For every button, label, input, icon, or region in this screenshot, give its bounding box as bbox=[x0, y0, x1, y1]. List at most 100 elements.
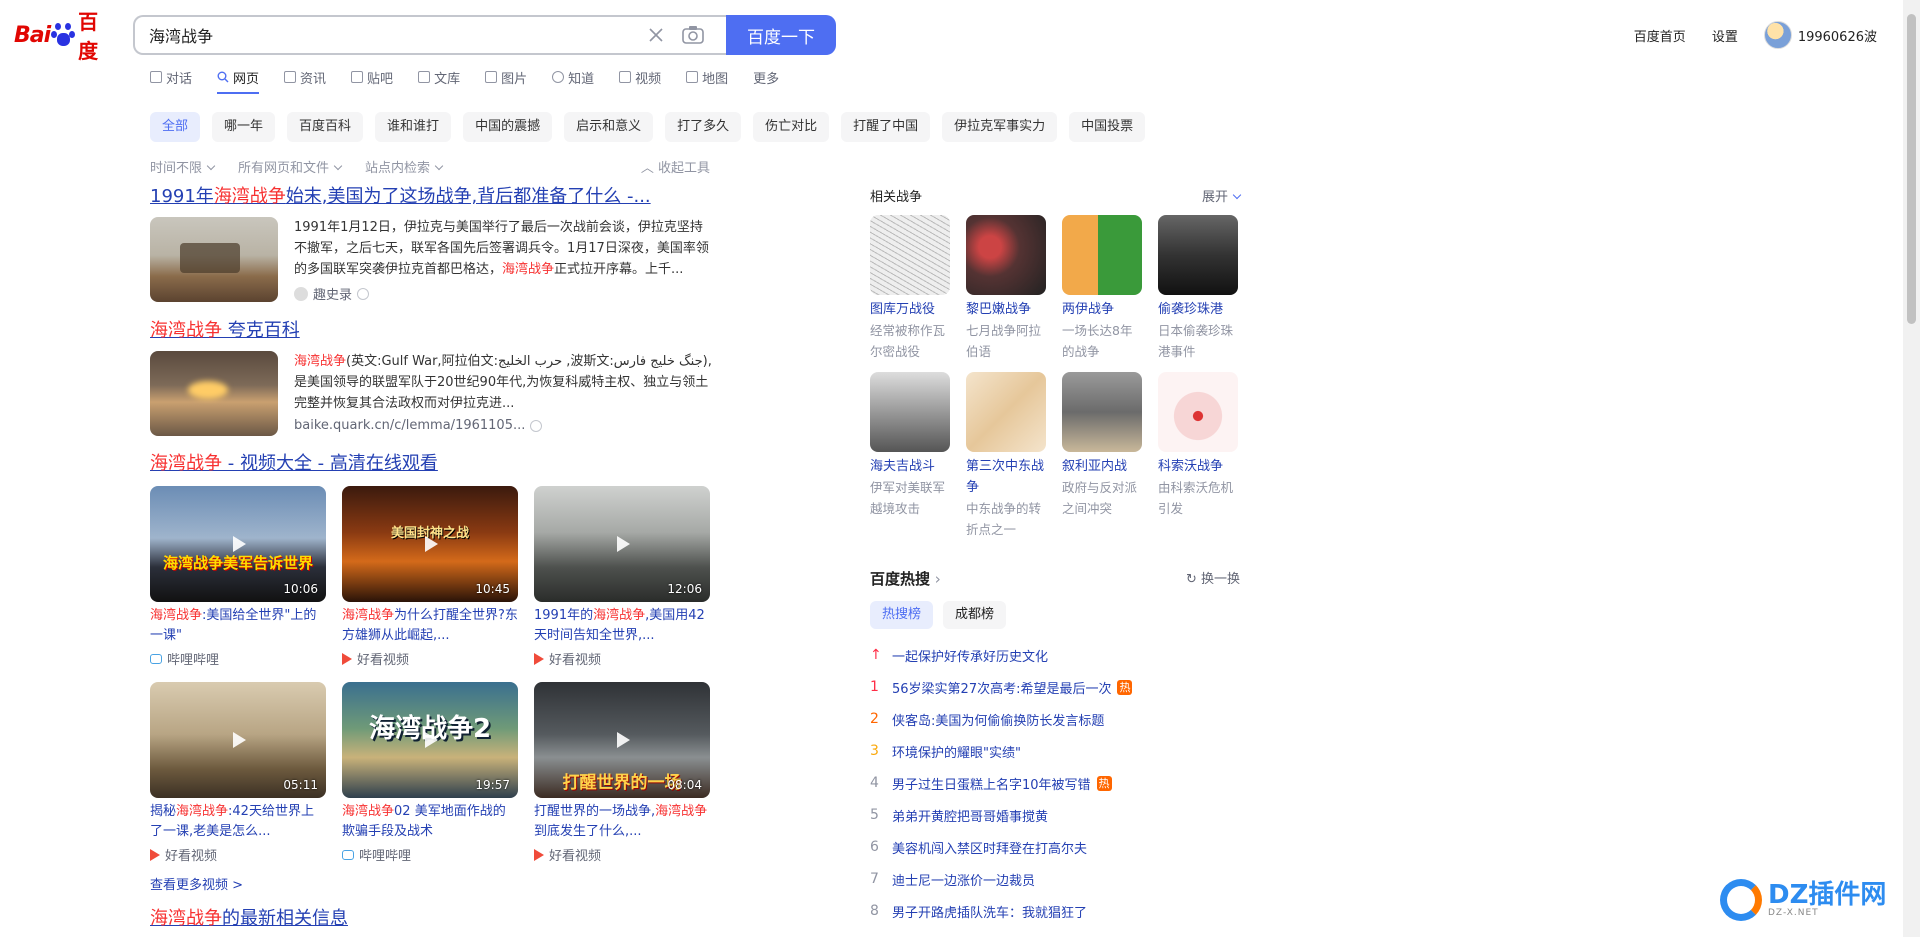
settings-link[interactable]: 设置 bbox=[1712, 26, 1738, 45]
related-image[interactable] bbox=[1062, 215, 1142, 295]
video-title[interactable]: 揭秘海湾战争:42天给世界上了一课,老美是怎么... bbox=[150, 802, 326, 842]
related-item[interactable]: 偷袭珍珠港 日本偷袭珍珠港事件 bbox=[1158, 215, 1238, 362]
camera-icon[interactable] bbox=[681, 24, 705, 46]
video-title[interactable]: 1991年的海湾战争,美国用42天时间告知全世界,... bbox=[534, 606, 710, 646]
hot-item[interactable]: 2 侠客岛:美国为何偷偷换防长发言标题 bbox=[870, 703, 1240, 735]
user-menu[interactable]: 19960626波 bbox=[1763, 21, 1877, 49]
hot-item[interactable]: 3 环境保护的耀眼"实绩" bbox=[870, 735, 1240, 767]
chip-all[interactable]: 全部 bbox=[150, 112, 201, 142]
hot-item[interactable]: 8 男子开路虎插队洗车：我就猖狂了 bbox=[870, 895, 1240, 927]
chip[interactable]: 打了多久 bbox=[665, 112, 742, 142]
hot-item[interactable]: 7 迪士尼一边涨价一边裁员 bbox=[870, 863, 1240, 895]
tab-wenku[interactable]: 文库 bbox=[418, 66, 460, 88]
result-title-link[interactable]: 1991年海湾战争始末,美国为了这场战争,背后都准备了什么 -... bbox=[150, 185, 712, 209]
related-item[interactable]: 海夫吉战斗 伊军对美联军越境攻击 bbox=[870, 372, 950, 540]
video-thumbnail[interactable]: 海湾战争美军告诉世界 10:06 bbox=[150, 486, 326, 602]
related-item[interactable]: 黎巴嫩战争 七月战争阿拉伯语 bbox=[966, 215, 1046, 362]
chevron-right-icon: › bbox=[930, 570, 941, 588]
time-filter[interactable]: 时间不限 bbox=[150, 157, 216, 176]
chip[interactable]: 中国投票 bbox=[1069, 112, 1146, 142]
baidu-home-link[interactable]: 百度首页 bbox=[1634, 26, 1686, 45]
search-button[interactable]: 百度一下 bbox=[726, 15, 836, 55]
result-title-link[interactable]: 海湾战争的最新相关信息 bbox=[150, 907, 712, 931]
video-card[interactable]: 12:06 1991年的海湾战争,美国用42天时间告知全世界,... 好看视频 bbox=[534, 486, 710, 668]
hot-item[interactable]: 6 美容机闯入禁区时拜登在打高尔夫 bbox=[870, 831, 1240, 863]
result-source[interactable]: 趣史录 bbox=[294, 284, 712, 303]
tab-more[interactable]: 更多 bbox=[753, 66, 779, 88]
video-card[interactable]: 05:11 揭秘海湾战争:42天给世界上了一课,老美是怎么... 好看视频 bbox=[150, 682, 326, 864]
bilibili-icon bbox=[150, 653, 162, 664]
tab-tieba[interactable]: 贴吧 bbox=[351, 66, 393, 88]
tab-web[interactable]: 网页 bbox=[217, 66, 260, 94]
file-filter[interactable]: 所有网页和文件 bbox=[238, 157, 343, 176]
chip[interactable]: 启示和意义 bbox=[564, 112, 654, 142]
related-image[interactable] bbox=[870, 215, 950, 295]
username[interactable]: 19960626波 bbox=[1798, 26, 1877, 45]
tab-news[interactable]: 资讯 bbox=[284, 66, 326, 88]
video-title[interactable]: 打醒世界的一场战争,海湾战争到底发生了什么,... bbox=[534, 802, 710, 842]
related-image[interactable] bbox=[966, 215, 1046, 295]
chip[interactable]: 百度百科 bbox=[287, 112, 364, 142]
scrollbar[interactable] bbox=[1903, 0, 1920, 937]
related-item[interactable]: 两伊战争 一场长达8年的战争 bbox=[1062, 215, 1142, 362]
tab-hot-list[interactable]: 热搜榜 bbox=[870, 601, 934, 629]
avatar[interactable] bbox=[1763, 21, 1792, 49]
chip[interactable]: 伤亡对比 bbox=[753, 112, 830, 142]
chip[interactable]: 打醒了中国 bbox=[841, 112, 931, 142]
result-title-link[interactable]: 海湾战争 夸克百科 bbox=[150, 319, 712, 343]
video-thumbnail[interactable]: 美国封神之战 10:45 bbox=[342, 486, 518, 602]
video-title[interactable]: 海湾战争为什么打醒全世界?东方雄狮从此崛起,... bbox=[342, 606, 518, 646]
tab-images[interactable]: 图片 bbox=[485, 66, 527, 88]
tab-chengdu-list[interactable]: 成都榜 bbox=[943, 601, 1007, 629]
video-thumbnail[interactable]: 海湾战争2 19:57 bbox=[342, 682, 518, 798]
video-title[interactable]: 海湾战争:美国给全世界"上的一课" bbox=[150, 606, 326, 646]
baidu-logo[interactable]: Bai 百度 bbox=[14, 10, 118, 63]
result-thumbnail[interactable] bbox=[150, 351, 278, 436]
tab-zhidao[interactable]: 知道 bbox=[552, 66, 594, 88]
more-icon[interactable] bbox=[530, 419, 543, 432]
result-title-link[interactable]: 海湾战争 - 视频大全 - 高清在线观看 bbox=[150, 452, 712, 476]
video-card[interactable]: 美国封神之战 10:45 海湾战争为什么打醒全世界?东方雄狮从此崛起,... 好… bbox=[342, 486, 518, 668]
site-filter[interactable]: 站点内检索 bbox=[365, 157, 444, 176]
more-icon[interactable] bbox=[357, 287, 370, 300]
hot-item[interactable]: 1 56岁梁实第27次高考:希望是最后一次热 bbox=[870, 671, 1240, 703]
related-image[interactable] bbox=[1158, 372, 1238, 452]
chip[interactable]: 伊拉克军事实力 bbox=[942, 112, 1058, 142]
expand-button[interactable]: 展开 bbox=[1202, 186, 1242, 205]
scrollbar-thumb[interactable] bbox=[1907, 14, 1916, 324]
tab-map[interactable]: 地图 bbox=[686, 66, 728, 88]
hot-item[interactable]: 5 弟弟开黄腔把哥哥婚事搅黄 bbox=[870, 799, 1240, 831]
related-item[interactable]: 叙利亚内战 政府与反对派之间冲突 bbox=[1062, 372, 1142, 540]
play-icon bbox=[233, 732, 246, 748]
video-thumbnail[interactable]: 打醒世界的一场 08:04 bbox=[534, 682, 710, 798]
more-videos-link[interactable]: 查看更多视频 > bbox=[150, 874, 712, 893]
related-item[interactable]: 第三次中东战争 中东战争的转折点之一 bbox=[966, 372, 1046, 540]
hot-heading[interactable]: 百度热搜 › bbox=[870, 568, 941, 589]
refresh-button[interactable]: ↻ 换一换 bbox=[1186, 568, 1240, 589]
video-card[interactable]: 打醒世界的一场 08:04 打醒世界的一场战争,海湾战争到底发生了什么,... … bbox=[534, 682, 710, 864]
chip[interactable]: 谁和谁打 bbox=[375, 112, 452, 142]
search-input[interactable] bbox=[149, 24, 619, 46]
related-item[interactable]: 图库万战役 经常被称作瓦尔密战役 bbox=[870, 215, 950, 362]
video-thumbnail[interactable]: 05:11 bbox=[150, 682, 326, 798]
result-thumbnail[interactable] bbox=[150, 217, 278, 302]
hot-item[interactable]: ↑ 一起保护好传承好历史文化 bbox=[870, 639, 1240, 671]
tab-video[interactable]: 视频 bbox=[619, 66, 661, 88]
related-image[interactable] bbox=[1062, 372, 1142, 452]
related-image[interactable] bbox=[966, 372, 1046, 452]
collapse-tools-button[interactable]: ︿ 收起工具 bbox=[641, 157, 710, 176]
hot-item[interactable]: 4 男子过生日蛋糕上名字10年被写错热 bbox=[870, 767, 1240, 799]
tab-chat[interactable]: 对话 bbox=[150, 66, 192, 88]
chip[interactable]: 中国的震撼 bbox=[463, 112, 553, 142]
video-title[interactable]: 海湾战争02 美军地面作战的欺骗手段及战术 bbox=[342, 802, 518, 842]
video-card[interactable]: 海湾战争美军告诉世界 10:06 海湾战争:美国给全世界"上的一课" 哔哩哔哩 bbox=[150, 486, 326, 668]
video-card[interactable]: 海湾战争2 19:57 海湾战争02 美军地面作战的欺骗手段及战术 哔哩哔哩 bbox=[342, 682, 518, 864]
related-image[interactable] bbox=[1158, 215, 1238, 295]
close-icon[interactable] bbox=[645, 24, 667, 46]
related-item[interactable]: 科索沃战争 由科索沃危机引发 bbox=[1158, 372, 1238, 540]
video-thumbnail[interactable]: 12:06 bbox=[534, 486, 710, 602]
play-icon bbox=[617, 732, 630, 748]
related-image[interactable] bbox=[870, 372, 950, 452]
chip[interactable]: 哪一年 bbox=[212, 112, 276, 142]
result-source[interactable]: baike.quark.cn/c/lemma/1961105... bbox=[294, 418, 712, 433]
